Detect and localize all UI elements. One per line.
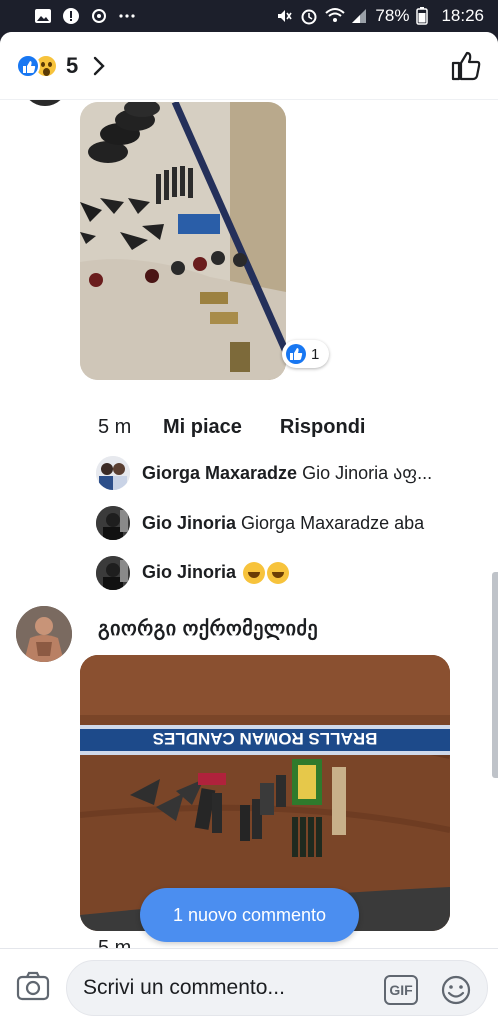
comment-photo[interactable]	[80, 102, 286, 380]
reactions-header: 5	[0, 32, 498, 100]
photo-caption: BRALLS ROMAN CANDLES	[153, 729, 378, 748]
clock: 18:26	[441, 6, 484, 25]
comment-author[interactable]: გიორგი ოქრომელიძე	[98, 616, 318, 641]
comment-actions: 5 m Mi piace Rispondi	[98, 414, 403, 440]
avatar[interactable]	[96, 556, 130, 590]
alarm-icon	[300, 7, 318, 25]
avatar[interactable]	[22, 100, 68, 106]
comment-author-avatar-wrap	[16, 606, 72, 662]
mute-icon	[275, 7, 293, 25]
like-link[interactable]: Mi piace	[163, 416, 242, 439]
gallery-icon	[34, 7, 52, 25]
status-bar: 78% 18:26	[0, 0, 498, 32]
reaction-count: 5	[66, 52, 79, 78]
comments-sheet: 5 1 5 m Mi piace Rispondi Giorga Maxarad…	[0, 32, 498, 1024]
like-button-icon[interactable]	[450, 50, 482, 82]
avatar[interactable]	[96, 506, 130, 540]
reactions-summary[interactable]: 5	[16, 53, 106, 79]
reply-author[interactable]: Gio Jinoria	[142, 562, 236, 582]
reply-author[interactable]: Gio Jinoria	[142, 513, 236, 533]
photo-reaction-count: 1	[311, 345, 320, 363]
reply-author[interactable]: Giorga Maxaradze	[142, 463, 297, 483]
avatar[interactable]	[16, 606, 72, 662]
emoji-icon[interactable]	[440, 974, 472, 1006]
signal-icon	[350, 7, 368, 25]
reply-link[interactable]: Rispondi	[280, 416, 366, 439]
sync-icon	[90, 7, 108, 25]
reply-item[interactable]: Gio Jinoria Giorga Maxaradze aba	[96, 506, 424, 540]
photo-reaction-badge[interactable]: 1	[282, 340, 330, 368]
wifi-icon	[325, 7, 346, 25]
comments-list: 1 5 m Mi piace Rispondi Giorga Maxaradze…	[0, 100, 498, 948]
new-comment-toast[interactable]: 1 nuovo commento	[140, 888, 359, 942]
comment-time: 5 m	[98, 415, 132, 438]
reply-text: Giorga Maxaradze aba	[241, 512, 425, 533]
comment-input[interactable]: Scrivi un commento...	[66, 960, 488, 1016]
more-icon	[118, 7, 136, 25]
battery-percent: 78%	[375, 6, 410, 25]
battery-icon	[416, 7, 434, 25]
reply-item[interactable]: Gio Jinoria	[96, 556, 290, 590]
gif-button[interactable]: GIF	[384, 975, 418, 1005]
alert-icon	[62, 7, 80, 25]
laughing-emoji-icon	[267, 562, 290, 585]
camera-icon[interactable]	[16, 971, 50, 1001]
comment-composer: Scrivi un commento... GIF	[0, 948, 498, 1024]
reply-item[interactable]: Giorga Maxaradze Gio Jinoria აფ...	[96, 456, 432, 490]
like-reaction-icon	[16, 53, 40, 78]
like-reaction-icon	[286, 344, 306, 364]
avatar[interactable]	[96, 456, 130, 490]
laughing-emoji-icon	[243, 562, 266, 585]
fireworks-photo	[80, 102, 286, 380]
reply-text: Gio Jinoria აფ...	[302, 462, 433, 483]
chevron-right-icon	[94, 56, 105, 75]
scrollbar[interactable]	[492, 572, 498, 778]
